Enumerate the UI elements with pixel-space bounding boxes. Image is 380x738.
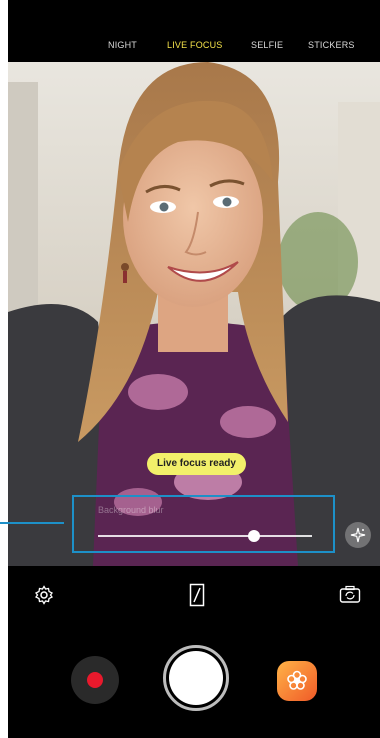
mode-night[interactable]: NIGHT bbox=[108, 40, 137, 50]
shutter-button[interactable] bbox=[163, 645, 229, 711]
live-focus-ready-badge: Live focus ready bbox=[147, 453, 246, 475]
blur-slider-knob[interactable] bbox=[248, 530, 261, 542]
mode-stickers[interactable]: STICKERS bbox=[308, 40, 355, 50]
blur-slider-track[interactable] bbox=[98, 535, 312, 537]
sparkle-icon bbox=[350, 527, 366, 543]
shutter-inner bbox=[169, 651, 223, 705]
switch-camera-button[interactable] bbox=[339, 585, 361, 605]
camera-viewfinder[interactable]: Live focus ready bbox=[8, 62, 380, 566]
background-blur-label: Background blur bbox=[98, 505, 164, 515]
selfie-preview-image bbox=[8, 62, 380, 566]
flower-icon bbox=[287, 670, 307, 690]
background-blur-panel: Background blur bbox=[72, 495, 335, 553]
live-focus-ready-text: Live focus ready bbox=[157, 458, 236, 469]
settings-button[interactable] bbox=[34, 585, 54, 605]
switch-camera-icon bbox=[339, 585, 361, 603]
stickers-button[interactable] bbox=[277, 661, 317, 701]
mode-selfie[interactable]: SELFIE bbox=[251, 40, 283, 50]
record-icon bbox=[87, 672, 103, 688]
aspect-ratio-icon bbox=[189, 583, 205, 607]
effects-button[interactable] bbox=[345, 522, 371, 548]
mode-bar: NIGHT LIVE FOCUS SELFIE STICKERS bbox=[8, 0, 380, 62]
record-button[interactable] bbox=[71, 656, 119, 704]
callout-line bbox=[0, 522, 64, 524]
camera-app: NIGHT LIVE FOCUS SELFIE STICKERS Live fo… bbox=[8, 0, 380, 738]
aspect-ratio-button[interactable] bbox=[189, 583, 205, 607]
mode-live-focus[interactable]: LIVE FOCUS bbox=[167, 40, 223, 50]
gear-icon bbox=[35, 585, 53, 605]
